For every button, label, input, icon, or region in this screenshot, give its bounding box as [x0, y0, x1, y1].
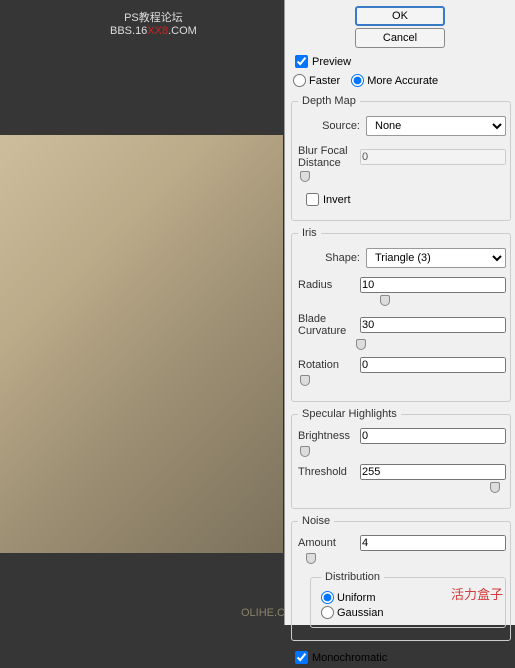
radius-input[interactable]	[360, 277, 506, 293]
iris-fieldset: Iris Shape: Triangle (3) Radius Blade Cu…	[291, 227, 511, 402]
blade-input[interactable]	[360, 317, 506, 333]
blur-focal-row: Blur Focal Distance	[298, 145, 506, 169]
blade-row: Blade Curvature	[298, 313, 506, 337]
gaussian-label: Gaussian	[337, 607, 383, 619]
amount-slider[interactable]	[300, 553, 500, 565]
radius-row: Radius	[298, 277, 506, 293]
faster-radio[interactable]	[293, 74, 306, 87]
depth-map-fieldset: Depth Map Source: None Blur Focal Distan…	[291, 95, 511, 221]
mono-checkbox[interactable]	[295, 651, 308, 664]
radius-label: Radius	[298, 279, 332, 291]
brand-watermark: 活力盒子	[451, 584, 503, 603]
preview-row: Preview	[285, 52, 515, 71]
amount-row: Amount	[298, 535, 506, 551]
radius-slider[interactable]	[300, 295, 500, 307]
rotation-input[interactable]	[360, 357, 506, 373]
rotation-row: Rotation	[298, 357, 506, 373]
invert-checkbox[interactable]	[306, 193, 319, 206]
accurate-radio[interactable]	[351, 74, 364, 87]
shape-label: Shape:	[298, 252, 360, 264]
rotation-slider[interactable]	[300, 375, 500, 387]
distribution-legend: Distribution	[321, 571, 384, 583]
olihe-watermark: OLIHE.C	[241, 607, 285, 619]
uniform-radio[interactable]	[321, 591, 334, 604]
threshold-slider[interactable]	[300, 482, 500, 494]
ok-button[interactable]: OK	[355, 6, 445, 26]
blur-focal-label: Blur Focal Distance	[298, 145, 360, 169]
brightness-input[interactable]	[360, 428, 506, 444]
gaussian-option: Gaussian	[321, 606, 499, 619]
accurate-label: More Accurate	[367, 75, 438, 87]
amount-label: Amount	[298, 537, 336, 549]
source-label: Source:	[298, 120, 360, 132]
noise-legend: Noise	[298, 515, 334, 527]
shape-field: Shape: Triangle (3)	[298, 248, 506, 268]
watermark-line2: BBS.16XX8.COM	[110, 25, 197, 38]
watermark-text: PS教程论坛 BBS.16XX8.COM	[110, 12, 197, 38]
faster-label: Faster	[309, 75, 340, 87]
amount-input[interactable]	[360, 535, 506, 551]
specular-legend: Specular Highlights	[298, 408, 401, 420]
mono-row: Monochromatic	[285, 647, 515, 668]
source-field: Source: None	[298, 116, 506, 136]
source-select[interactable]: None	[366, 116, 506, 136]
invert-row: Invert	[298, 189, 506, 212]
threshold-label: Threshold	[298, 466, 347, 478]
brightness-slider[interactable]	[300, 446, 500, 458]
cancel-button[interactable]: Cancel	[355, 28, 445, 48]
specular-fieldset: Specular Highlights Brightness Threshold	[291, 408, 511, 509]
preview-label: Preview	[312, 56, 351, 68]
preview-image	[0, 135, 284, 553]
blade-slider[interactable]	[300, 339, 500, 351]
threshold-input[interactable]	[360, 464, 506, 480]
shape-select[interactable]: Triangle (3)	[366, 248, 506, 268]
iris-legend: Iris	[298, 227, 321, 239]
quality-row: Faster More Accurate	[285, 71, 515, 93]
watermark-line1: PS教程论坛	[110, 12, 197, 25]
depth-map-legend: Depth Map	[298, 95, 360, 107]
rotation-label: Rotation	[298, 359, 339, 371]
blur-focal-slider	[300, 171, 500, 183]
noise-fieldset: Noise Amount Distribution Uniform Gaussi…	[291, 515, 511, 641]
uniform-label: Uniform	[337, 592, 376, 604]
brightness-label: Brightness	[298, 430, 350, 442]
invert-label: Invert	[323, 194, 351, 206]
blade-label: Blade Curvature	[298, 313, 360, 337]
button-row: OK Cancel	[285, 0, 515, 52]
brightness-row: Brightness	[298, 428, 506, 444]
preview-checkbox[interactable]	[295, 55, 308, 68]
mono-label: Monochromatic	[312, 652, 387, 664]
threshold-row: Threshold	[298, 464, 506, 480]
dialog-panel: OK Cancel Preview Faster More Accurate D…	[284, 0, 515, 625]
blur-focal-input	[360, 149, 506, 165]
gaussian-radio[interactable]	[321, 606, 334, 619]
